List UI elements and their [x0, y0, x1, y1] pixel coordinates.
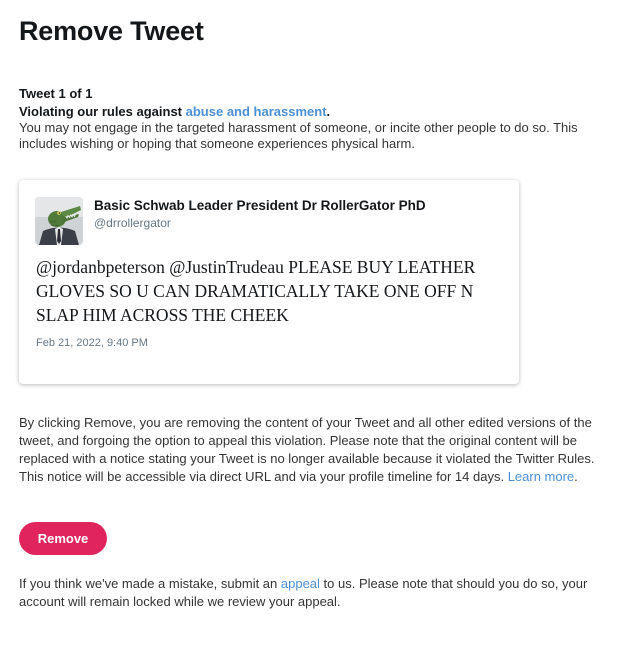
- appeal-note: If you think we've made a mistake, submi…: [19, 575, 619, 611]
- tweet-count: Tweet 1 of 1: [19, 86, 93, 101]
- tweet-timestamp: Feb 21, 2022, 9:40 PM: [36, 337, 148, 349]
- remove-button[interactable]: Remove: [19, 522, 107, 555]
- violation-headline-prefix: Violating our rules against: [19, 104, 186, 119]
- appeal-note-prefix: If you think we've made a mistake, submi…: [19, 576, 281, 591]
- violation-headline-suffix: .: [326, 104, 331, 119]
- learn-more-link[interactable]: Learn more: [508, 469, 574, 484]
- tweet-text: @jordanbpeterson @JustinTrudeau PLEASE B…: [36, 257, 476, 325]
- violation-description: You may not engage in the targeted haras…: [19, 120, 578, 151]
- violation-headline: Violating our rules against abuse and ha…: [19, 104, 619, 120]
- avatar: [35, 197, 83, 245]
- removal-notice-suffix: .: [574, 469, 578, 484]
- appeal-link[interactable]: appeal: [281, 576, 320, 591]
- removal-notice: By clicking Remove, you are removing the…: [19, 414, 619, 486]
- page-title: Remove Tweet: [19, 16, 204, 46]
- tweet-author-handle: @drrollergator: [94, 216, 171, 230]
- gator-avatar-image: [35, 197, 83, 245]
- tweet-author-name: Basic Schwab Leader President Dr RollerG…: [94, 198, 426, 213]
- tweet-card: Basic Schwab Leader President Dr RollerG…: [19, 180, 519, 384]
- violation-info: Violating our rules against abuse and ha…: [19, 104, 619, 152]
- abuse-harassment-link[interactable]: abuse and harassment: [186, 104, 327, 119]
